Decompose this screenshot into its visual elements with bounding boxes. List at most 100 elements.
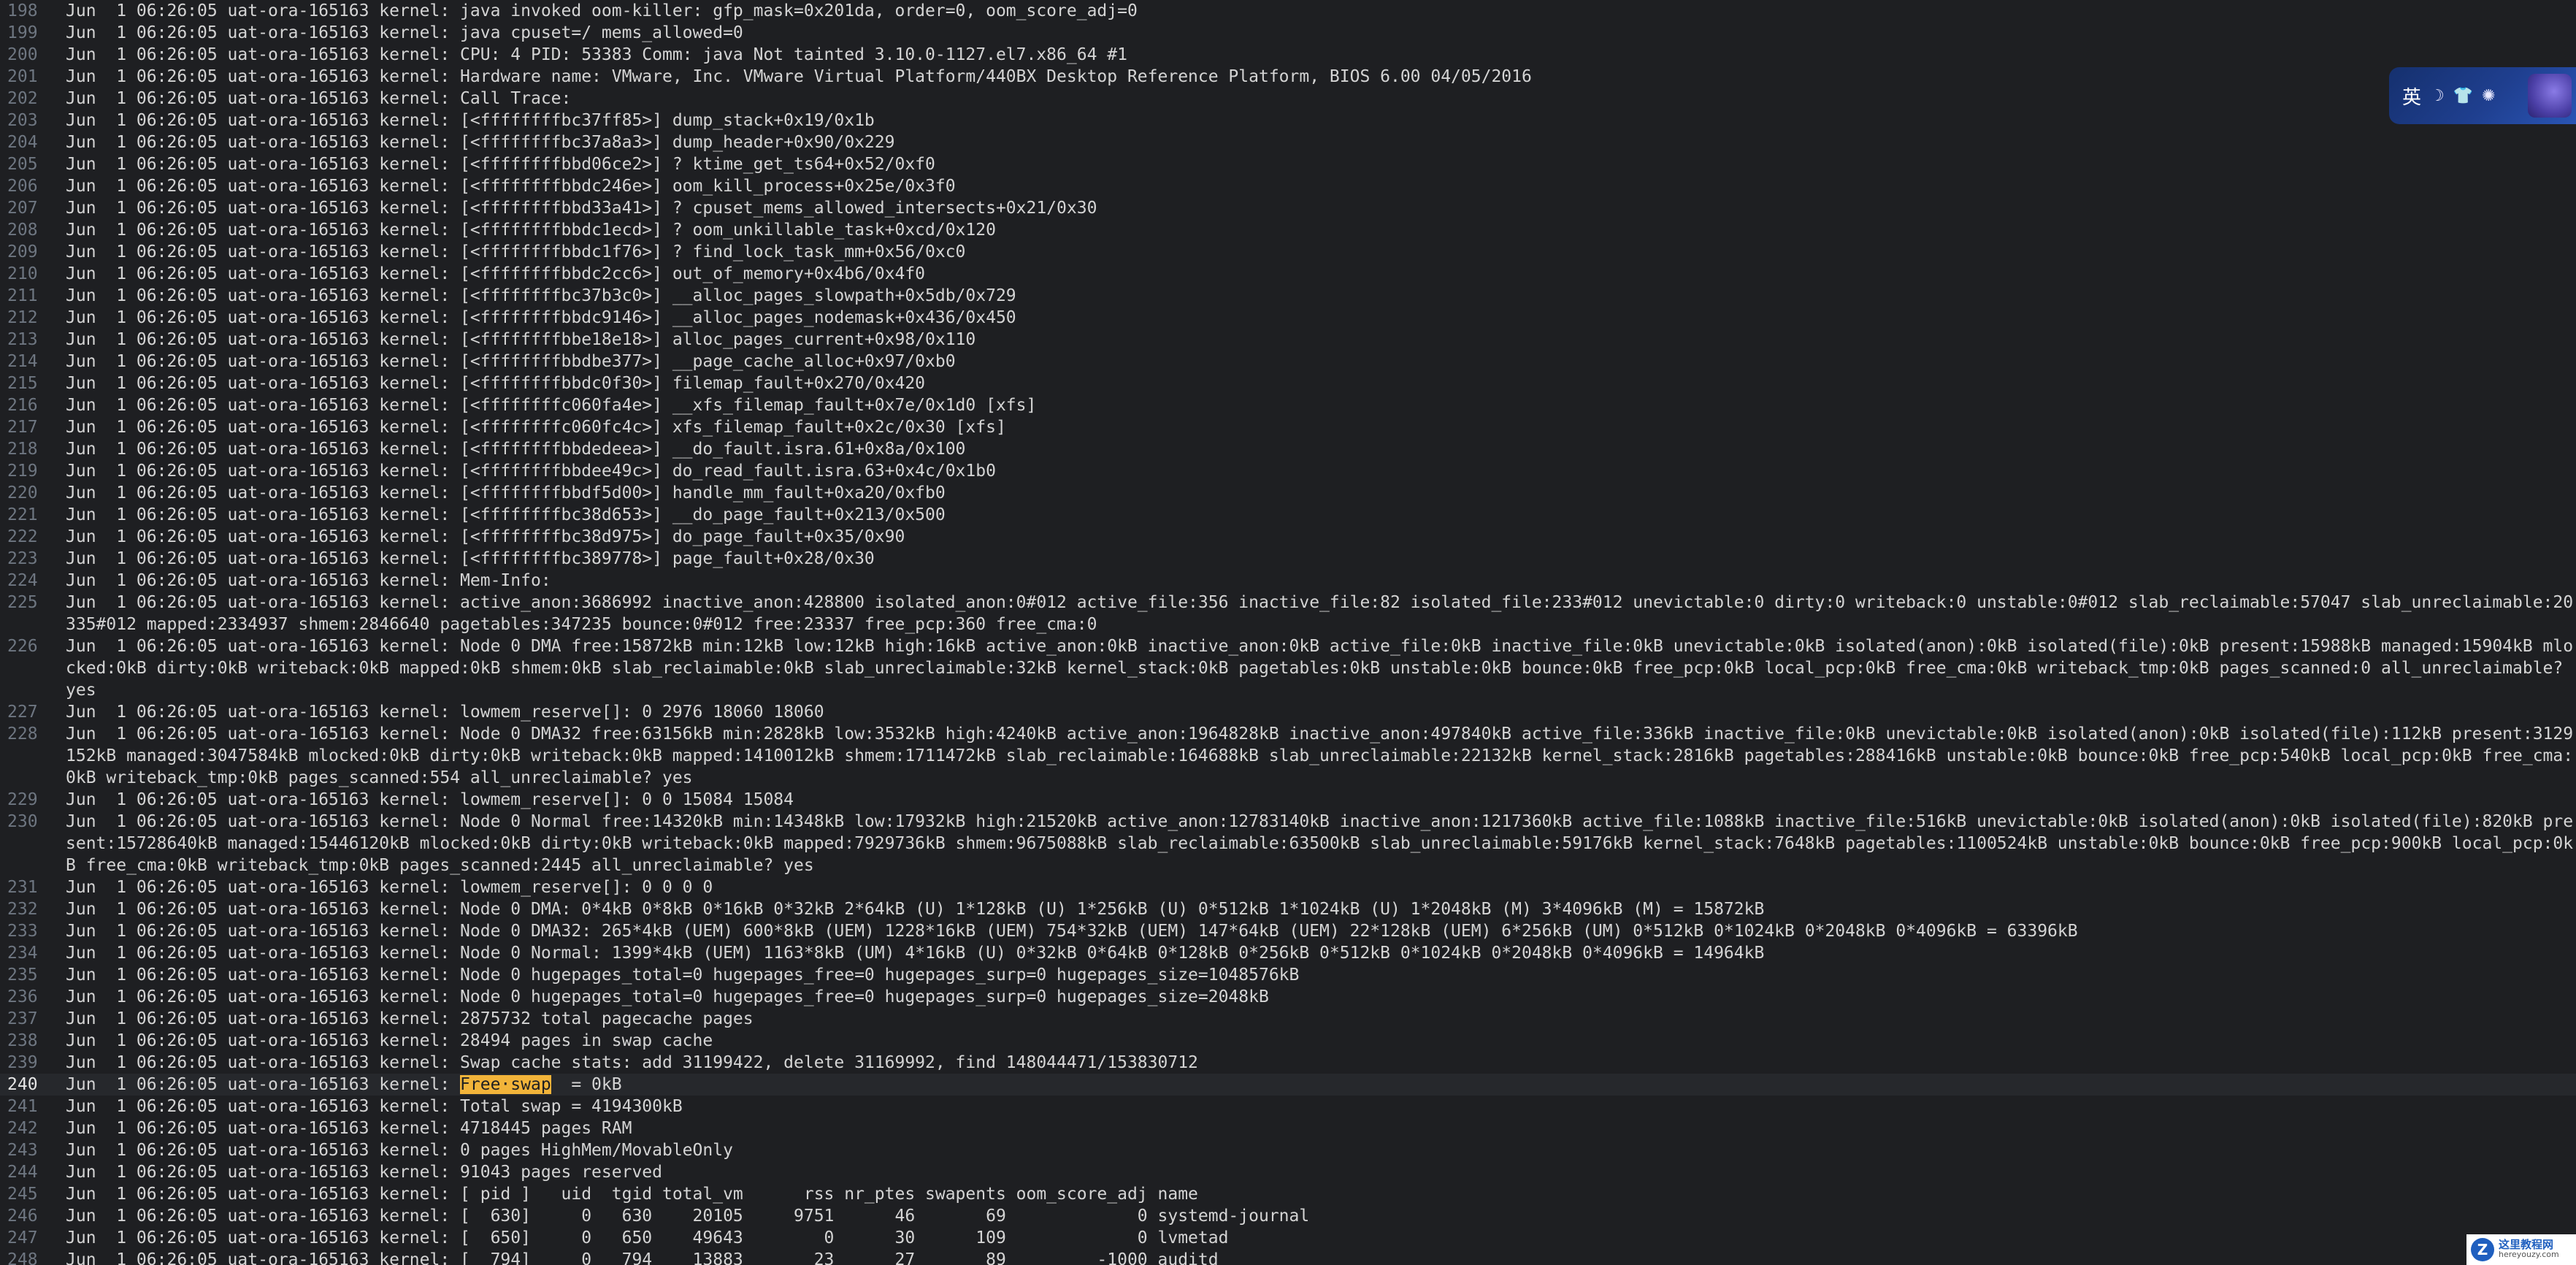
ime-toolbar[interactable]: 英 ☽ 👕 ✺ (2389, 67, 2576, 124)
log-line[interactable]: 235 Jun 1 06:26:05 uat-ora-165163 kernel:… (0, 964, 2576, 986)
log-line[interactable]: 232 Jun 1 06:26:05 uat-ora-165163 kernel:… (0, 898, 2576, 920)
log-text: Jun 1 06:26:05 uat-ora-165163 kernel: No… (66, 812, 2574, 875)
line-number: 224 (7, 571, 38, 590)
line-number: 205 (7, 155, 38, 174)
line-number: 242 (7, 1119, 38, 1138)
log-line[interactable]: 233 Jun 1 06:26:05 uat-ora-165163 kernel:… (0, 920, 2576, 942)
log-text: Jun 1 06:26:05 uat-ora-165163 kernel: [<… (66, 549, 875, 568)
line-number: 198 (7, 1, 38, 20)
log-line[interactable]: 222 Jun 1 06:26:05 uat-ora-165163 kernel:… (0, 526, 2576, 548)
log-text: Jun 1 06:26:05 uat-ora-165163 kernel: [<… (66, 155, 935, 174)
watermark-url: hereyouzy.com (2499, 1250, 2559, 1259)
log-line[interactable]: 219 Jun 1 06:26:05 uat-ora-165163 kernel:… (0, 460, 2576, 482)
log-text: Jun 1 06:26:05 uat-ora-165163 kernel: Ca… (66, 89, 572, 108)
log-line[interactable]: 205 Jun 1 06:26:05 uat-ora-165163 kernel:… (0, 153, 2576, 175)
line-number: 202 (7, 89, 38, 108)
cat-mascot-icon (2528, 74, 2572, 118)
log-text: Jun 1 06:26:05 uat-ora-165163 kernel: 47… (66, 1119, 632, 1138)
line-number: 241 (7, 1097, 38, 1116)
log-line[interactable]: 243 Jun 1 06:26:05 uat-ora-165163 kernel:… (0, 1139, 2576, 1161)
log-text: Jun 1 06:26:05 uat-ora-165163 kernel: No… (66, 725, 2574, 787)
line-number: 203 (7, 111, 38, 130)
line-number: 211 (7, 286, 38, 305)
log-text: Jun 1 06:26:05 uat-ora-165163 kernel: No… (66, 900, 1765, 919)
log-line[interactable]: 221 Jun 1 06:26:05 uat-ora-165163 kernel:… (0, 504, 2576, 526)
moon-icon[interactable]: ☽ (2430, 87, 2445, 105)
log-line[interactable]: 207 Jun 1 06:26:05 uat-ora-165163 kernel:… (0, 197, 2576, 219)
log-line[interactable]: 201 Jun 1 06:26:05 uat-ora-165163 kernel:… (0, 66, 2576, 88)
log-line[interactable]: 214 Jun 1 06:26:05 uat-ora-165163 kernel:… (0, 351, 2576, 372)
log-line[interactable]: 202 Jun 1 06:26:05 uat-ora-165163 kernel:… (0, 88, 2576, 110)
log-line[interactable]: 238 Jun 1 06:26:05 uat-ora-165163 kernel:… (0, 1030, 2576, 1052)
log-line[interactable]: 208 Jun 1 06:26:05 uat-ora-165163 kernel:… (0, 219, 2576, 241)
log-text-highlighted: Jun 1 06:26:05 uat-ora-165163 kernel: Fr… (66, 1075, 622, 1094)
log-line[interactable]: 218 Jun 1 06:26:05 uat-ora-165163 kernel:… (0, 438, 2576, 460)
line-number: 208 (7, 221, 38, 240)
line-number: 213 (7, 330, 38, 349)
log-text: Jun 1 06:26:05 uat-ora-165163 kernel: ja… (66, 23, 743, 42)
line-number: 200 (7, 45, 38, 64)
log-line[interactable]: 228 Jun 1 06:26:05 uat-ora-165163 kernel:… (0, 723, 2576, 789)
log-line[interactable]: 240 Jun 1 06:26:05 uat-ora-165163 kernel:… (0, 1074, 2576, 1096)
log-line[interactable]: 244 Jun 1 06:26:05 uat-ora-165163 kernel:… (0, 1161, 2576, 1183)
log-line[interactable]: 199 Jun 1 06:26:05 uat-ora-165163 kernel:… (0, 22, 2576, 44)
ime-language-toggle[interactable]: 英 (2402, 83, 2421, 110)
log-line[interactable]: 216 Jun 1 06:26:05 uat-ora-165163 kernel:… (0, 394, 2576, 416)
line-number: 235 (7, 966, 38, 985)
log-line[interactable]: 200 Jun 1 06:26:05 uat-ora-165163 kernel:… (0, 44, 2576, 66)
log-line[interactable]: 229 Jun 1 06:26:05 uat-ora-165163 kernel:… (0, 789, 2576, 811)
log-line[interactable]: 246 Jun 1 06:26:05 uat-ora-165163 kernel:… (0, 1205, 2576, 1227)
line-number: 209 (7, 242, 38, 261)
log-line[interactable]: 210 Jun 1 06:26:05 uat-ora-165163 kernel:… (0, 263, 2576, 285)
log-line[interactable]: 224 Jun 1 06:26:05 uat-ora-165163 kernel:… (0, 570, 2576, 592)
log-text: Jun 1 06:26:05 uat-ora-165163 kernel: No… (66, 944, 1765, 963)
log-line[interactable]: 203 Jun 1 06:26:05 uat-ora-165163 kernel:… (0, 110, 2576, 131)
log-line[interactable]: 206 Jun 1 06:26:05 uat-ora-165163 kernel:… (0, 175, 2576, 197)
settings-icon[interactable]: ✺ (2482, 87, 2495, 105)
log-line[interactable]: 215 Jun 1 06:26:05 uat-ora-165163 kernel:… (0, 372, 2576, 394)
log-line[interactable]: 198 Jun 1 06:26:05 uat-ora-165163 kernel:… (0, 0, 2576, 22)
log-line[interactable]: 217 Jun 1 06:26:05 uat-ora-165163 kernel:… (0, 416, 2576, 438)
log-line[interactable]: 242 Jun 1 06:26:05 uat-ora-165163 kernel:… (0, 1117, 2576, 1139)
line-number: 240 (7, 1075, 38, 1094)
search-match: Free·swap (460, 1075, 551, 1094)
log-line[interactable]: 231 Jun 1 06:26:05 uat-ora-165163 kernel:… (0, 876, 2576, 898)
line-number: 230 (7, 812, 38, 831)
log-line[interactable]: 227 Jun 1 06:26:05 uat-ora-165163 kernel:… (0, 701, 2576, 723)
log-line[interactable]: 212 Jun 1 06:26:05 uat-ora-165163 kernel:… (0, 307, 2576, 329)
log-line[interactable]: 239 Jun 1 06:26:05 uat-ora-165163 kernel:… (0, 1052, 2576, 1074)
line-number: 231 (7, 878, 38, 897)
log-line[interactable]: 209 Jun 1 06:26:05 uat-ora-165163 kernel:… (0, 241, 2576, 263)
log-line[interactable]: 234 Jun 1 06:26:05 uat-ora-165163 kernel:… (0, 942, 2576, 964)
log-line[interactable]: 226 Jun 1 06:26:05 uat-ora-165163 kernel:… (0, 635, 2576, 701)
log-text: Jun 1 06:26:05 uat-ora-165163 kernel: [<… (66, 505, 946, 524)
log-line[interactable]: 220 Jun 1 06:26:05 uat-ora-165163 kernel:… (0, 482, 2576, 504)
log-line[interactable]: 237 Jun 1 06:26:05 uat-ora-165163 kernel:… (0, 1008, 2576, 1030)
log-editor[interactable]: 198 Jun 1 06:26:05 uat-ora-165163 kernel:… (0, 0, 2576, 1265)
log-text: Jun 1 06:26:05 uat-ora-165163 kernel: 28… (66, 1031, 713, 1050)
log-text: Jun 1 06:26:05 uat-ora-165163 kernel: lo… (66, 790, 794, 809)
log-line[interactable]: 245 Jun 1 06:26:05 uat-ora-165163 kernel:… (0, 1183, 2576, 1205)
log-line[interactable]: 247 Jun 1 06:26:05 uat-ora-165163 kernel:… (0, 1227, 2576, 1249)
line-number: 234 (7, 944, 38, 963)
log-line[interactable]: 248 Jun 1 06:26:05 uat-ora-165163 kernel:… (0, 1249, 2576, 1265)
log-text: Jun 1 06:26:05 uat-ora-165163 kernel: No… (66, 987, 1269, 1006)
line-number: 228 (7, 725, 38, 744)
log-text: Jun 1 06:26:05 uat-ora-165163 kernel: [ … (66, 1250, 1219, 1265)
log-text: Jun 1 06:26:05 uat-ora-165163 kernel: [<… (66, 264, 926, 283)
watermark-logo-icon: Z (2471, 1238, 2494, 1261)
line-number: 201 (7, 67, 38, 86)
log-line[interactable]: 225 Jun 1 06:26:05 uat-ora-165163 kernel:… (0, 592, 2576, 635)
log-text: Jun 1 06:26:05 uat-ora-165163 kernel: No… (66, 637, 2574, 700)
log-line[interactable]: 204 Jun 1 06:26:05 uat-ora-165163 kernel:… (0, 131, 2576, 153)
log-line[interactable]: 223 Jun 1 06:26:05 uat-ora-165163 kernel:… (0, 548, 2576, 570)
line-number: 233 (7, 922, 38, 941)
shirt-icon[interactable]: 👕 (2453, 87, 2473, 105)
log-line[interactable]: 230 Jun 1 06:26:05 uat-ora-165163 kernel:… (0, 811, 2576, 876)
log-text: Jun 1 06:26:05 uat-ora-165163 kernel: [<… (66, 308, 1016, 327)
log-line[interactable]: 211 Jun 1 06:26:05 uat-ora-165163 kernel:… (0, 285, 2576, 307)
log-line[interactable]: 241 Jun 1 06:26:05 uat-ora-165163 kernel:… (0, 1096, 2576, 1117)
log-line[interactable]: 236 Jun 1 06:26:05 uat-ora-165163 kernel:… (0, 986, 2576, 1008)
log-line[interactable]: 213 Jun 1 06:26:05 uat-ora-165163 kernel:… (0, 329, 2576, 351)
line-number: 248 (7, 1250, 38, 1265)
